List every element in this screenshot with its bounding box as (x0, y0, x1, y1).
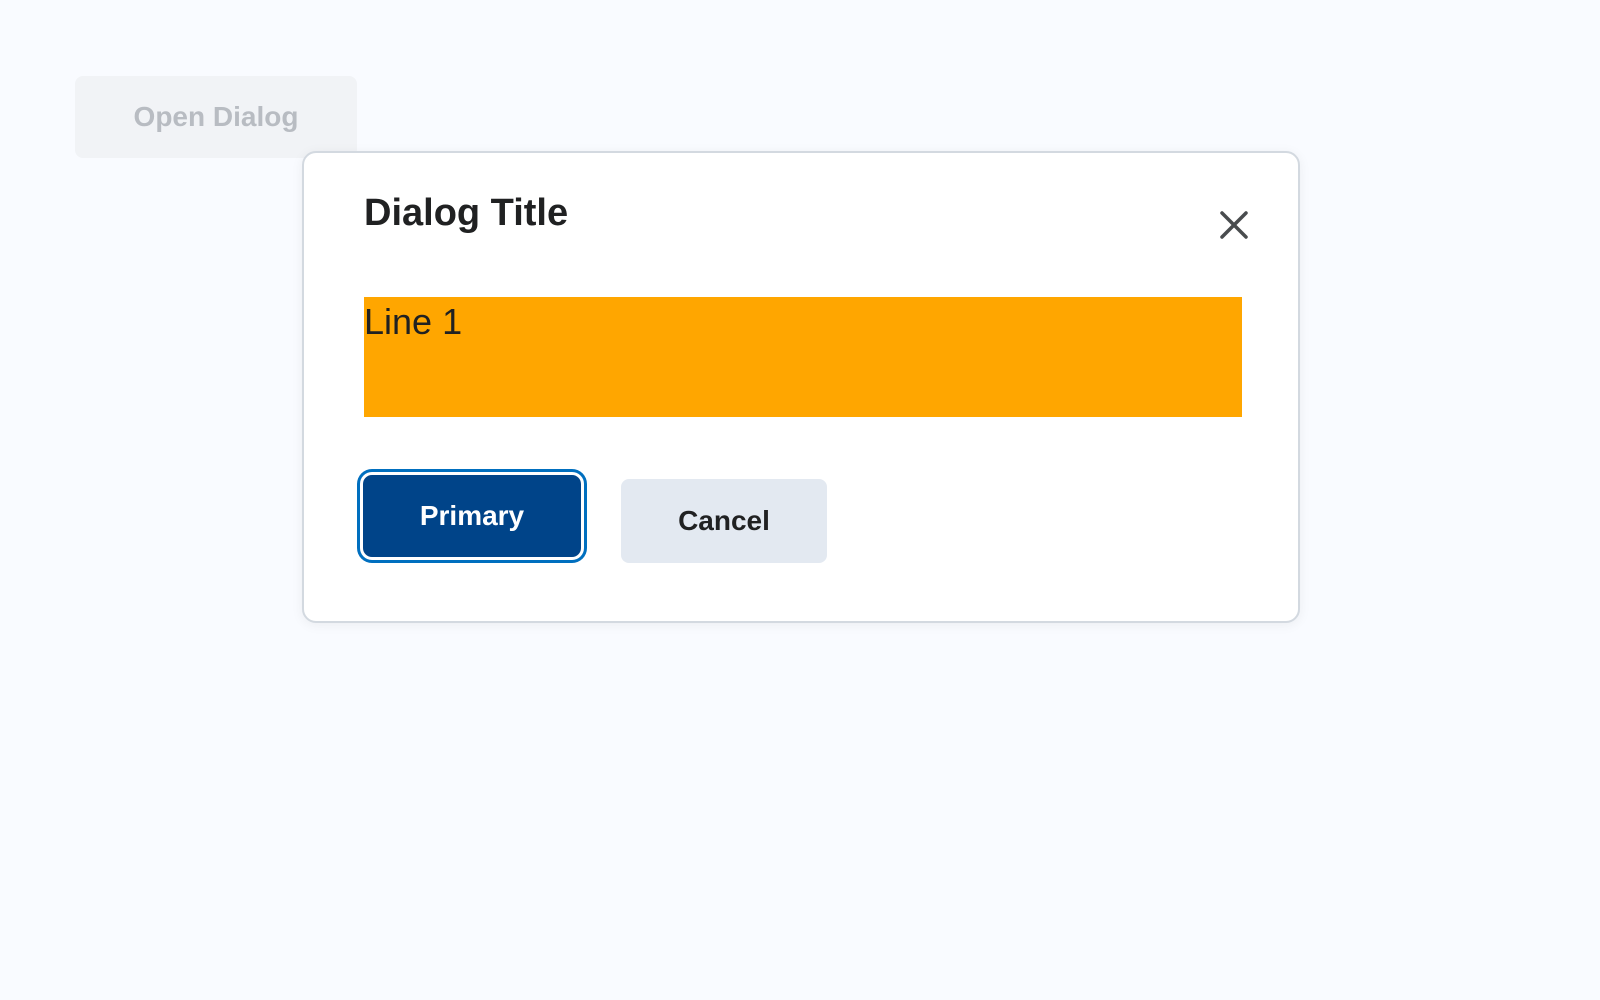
dialog-content: Line 1 (364, 297, 1242, 417)
page: Open Dialog Dialog Title Line 1 Primary … (0, 0, 1600, 1000)
primary-button[interactable]: Primary (360, 472, 584, 560)
dialog: Dialog Title Line 1 Primary Cancel (302, 151, 1300, 623)
close-icon (1220, 211, 1248, 239)
close-button[interactable] (1212, 203, 1256, 247)
content-line: Line 1 (364, 301, 463, 342)
open-dialog-button[interactable]: Open Dialog (75, 76, 357, 158)
dialog-title: Dialog Title (364, 192, 569, 234)
cancel-button[interactable]: Cancel (621, 479, 827, 563)
